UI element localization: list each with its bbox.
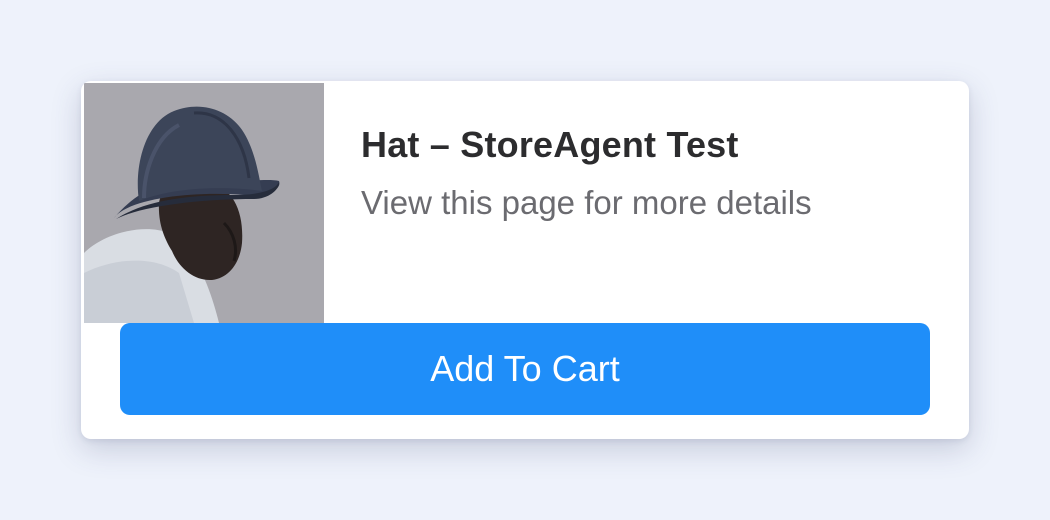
product-photo (84, 83, 324, 323)
product-subtitle[interactable]: View this page for more details (361, 183, 939, 223)
product-title[interactable]: Hat – StoreAgent Test (361, 123, 939, 167)
product-image[interactable] (84, 83, 324, 323)
product-info: Hat – StoreAgent Test View this page for… (361, 123, 939, 223)
product-card: Hat – StoreAgent Test View this page for… (81, 81, 969, 439)
add-to-cart-button[interactable]: Add To Cart (120, 323, 930, 415)
